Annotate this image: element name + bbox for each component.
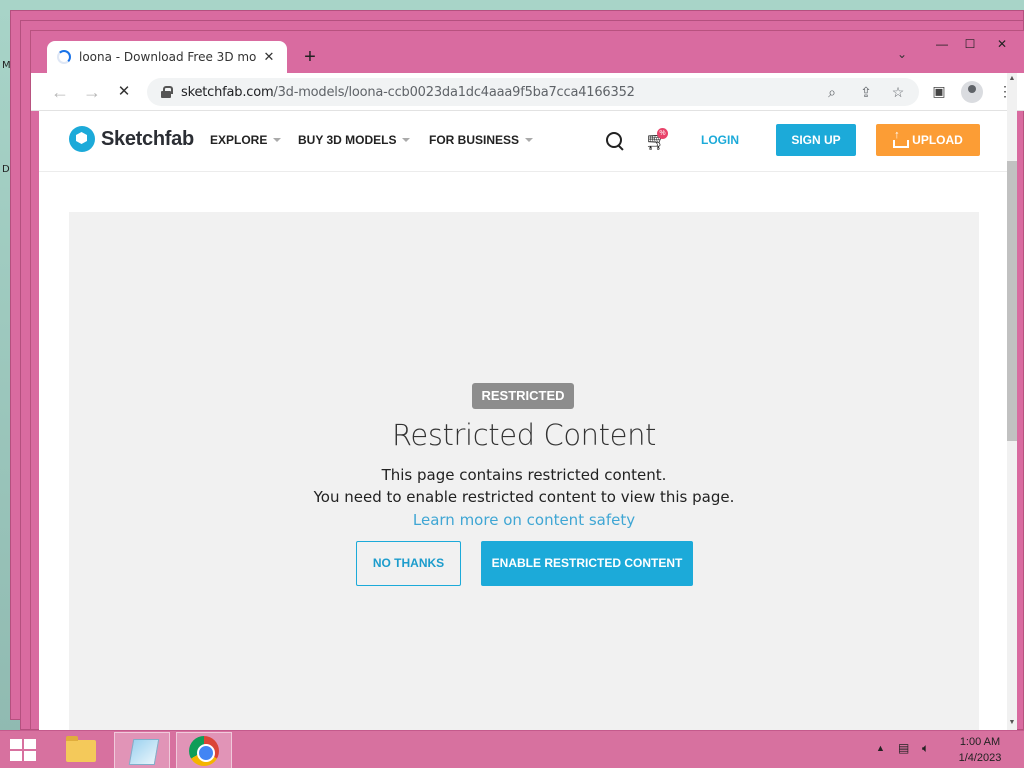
scroll-up-arrow-icon[interactable]: ▲ <box>1007 75 1017 82</box>
url-path: /3d-models/loona-ccb0023da1dc4aaa9f5ba7c… <box>273 84 635 100</box>
speaker-icon[interactable]: 🔈︎ <box>922 741 929 756</box>
tab-close-icon[interactable]: ✕ <box>261 49 277 65</box>
stop-loading-button[interactable]: ✕ <box>113 81 135 103</box>
zoom-search-icon[interactable]: ⌕ <box>823 84 841 101</box>
bookmark-star-icon[interactable]: ☆ <box>889 84 907 101</box>
windows-start-icon[interactable] <box>10 739 38 761</box>
up-arrow-icon[interactable]: ▲ <box>876 743 885 753</box>
taskbar: ▲ ▤ 🔈︎ 1:00 AM 1/4/2023 <box>0 730 1024 768</box>
new-tab-button[interactable]: + <box>299 46 321 68</box>
browser-window: loona - Download Free 3D mode ✕ + ⌄ — ☐ … <box>30 30 1024 731</box>
network-icon[interactable]: ▤ <box>898 741 909 755</box>
nav-for-business[interactable]: FOR BUSINESS <box>429 133 534 147</box>
panel-message-line-1: This page contains restricted content. <box>381 466 667 484</box>
sign-up-button[interactable]: SIGN UP <box>776 124 856 156</box>
clock-date: 1/4/2023 <box>958 752 1002 764</box>
lock-icon[interactable] <box>161 86 173 98</box>
login-link[interactable]: LOGIN <box>701 133 739 147</box>
system-clock[interactable]: 1:00 AM 1/4/2023 <box>950 734 1010 766</box>
nav-label: BUY 3D MODELS <box>298 133 397 147</box>
nav-label: EXPLORE <box>210 133 268 147</box>
page-viewport: Sketchfab EXPLORE BUY 3D MODELS FOR BUSI… <box>39 111 1017 731</box>
sketchfab-logo-icon <box>69 126 95 152</box>
caret-down-icon <box>273 138 282 142</box>
upload-icon <box>893 129 910 148</box>
address-bar[interactable]: sketchfab.com/3d-models/loona-ccb0023da1… <box>147 78 919 106</box>
panel-title: Restricted Content <box>391 418 657 452</box>
share-icon[interactable]: ⇪ <box>857 84 875 101</box>
url-text: sketchfab.com/3d-models/loona-ccb0023da1… <box>181 85 635 100</box>
caret-down-icon <box>402 138 411 142</box>
logo-text: Sketchfab <box>101 127 194 150</box>
app-taskbar-button[interactable] <box>114 732 170 768</box>
side-panel-icon[interactable]: ▣ <box>929 83 949 100</box>
browser-toolbar: ← → ✕ sketchfab.com/3d-models/loona-ccb0… <box>31 73 1024 111</box>
folder-icon <box>66 736 96 762</box>
close-window-button[interactable]: ✕ <box>987 33 1017 55</box>
sketchfab-logo[interactable]: Sketchfab <box>69 126 194 152</box>
restricted-badge: RESTRICTED <box>472 383 574 409</box>
nav-label: FOR BUSINESS <box>429 133 520 147</box>
caret-down-icon <box>525 138 534 142</box>
tab-strip: loona - Download Free 3D mode ✕ + ⌄ — ☐ … <box>31 31 1024 73</box>
chrome-taskbar-button[interactable] <box>176 732 232 768</box>
clock-time: 1:00 AM <box>959 736 1001 748</box>
profile-avatar-icon[interactable] <box>961 81 983 103</box>
content-safety-link[interactable]: Learn more on content safety <box>69 511 979 529</box>
app-window-icon <box>128 739 160 765</box>
browser-tab[interactable]: loona - Download Free 3D mode ✕ <box>47 41 287 73</box>
nav-explore[interactable]: EXPLORE <box>210 133 282 147</box>
chevron-down-icon[interactable]: ⌄ <box>897 47 907 61</box>
upload-button[interactable]: UPLOAD <box>876 124 980 156</box>
forward-button[interactable]: → <box>81 81 103 103</box>
loading-spinner-icon <box>57 50 71 64</box>
panel-message-line-2: You need to enable restricted content to… <box>313 488 735 506</box>
search-icon[interactable] <box>605 131 625 151</box>
scroll-down-arrow-icon[interactable]: ▼ <box>1007 719 1017 726</box>
no-thanks-button[interactable]: NO THANKS <box>356 541 461 586</box>
scrollbar-thumb[interactable] <box>1007 161 1017 441</box>
upload-label: UPLOAD <box>912 133 963 147</box>
site-header: Sketchfab EXPLORE BUY 3D MODELS FOR BUSI… <box>39 111 1007 172</box>
desktop-icon-label[interactable]: D <box>2 164 10 175</box>
back-button[interactable]: ← <box>49 81 71 103</box>
chrome-icon <box>189 736 219 766</box>
nav-buy-3d-models[interactable]: BUY 3D MODELS <box>298 133 411 147</box>
cart-badge: % <box>657 128 668 139</box>
url-domain: sketchfab.com <box>181 84 274 100</box>
file-explorer-taskbar-button[interactable] <box>52 732 108 768</box>
tab-title: loona - Download Free 3D mode <box>79 50 257 64</box>
restricted-content-panel: RESTRICTED Restricted Content This page … <box>69 212 979 731</box>
enable-restricted-content-button[interactable]: ENABLE RESTRICTED CONTENT <box>481 541 693 586</box>
maximize-button[interactable]: ☐ <box>955 33 985 55</box>
minimize-button[interactable]: — <box>927 33 957 55</box>
